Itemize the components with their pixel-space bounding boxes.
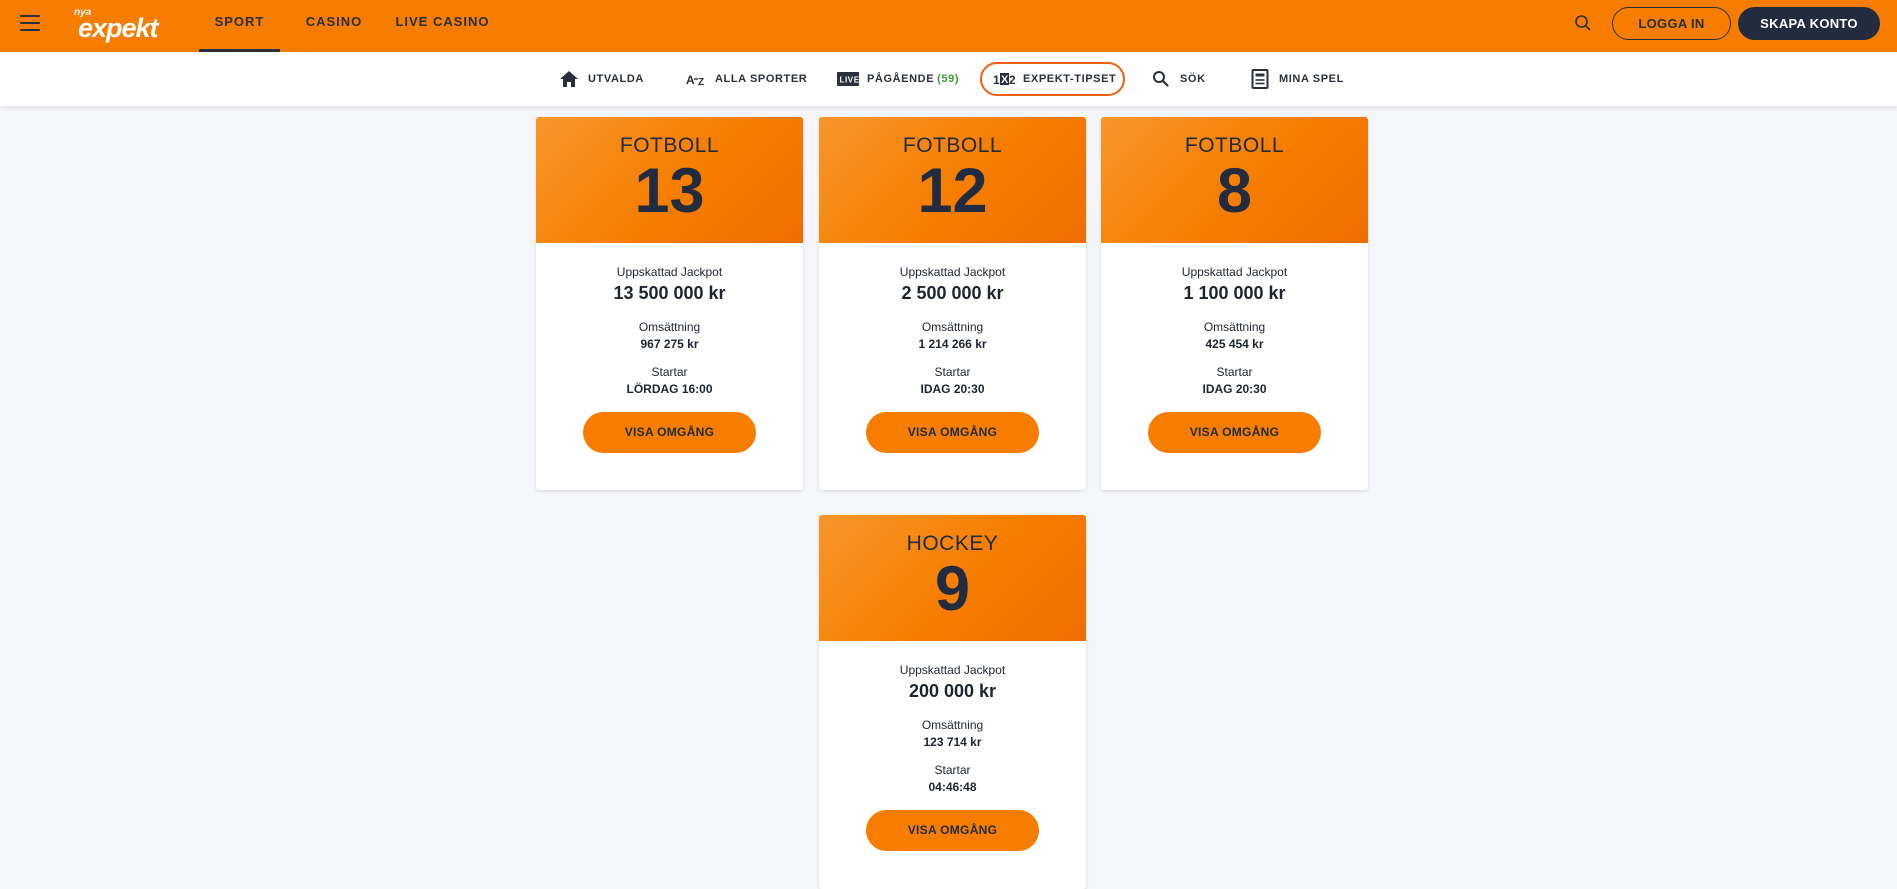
turnover-value: 425 454 kr xyxy=(1205,337,1264,351)
start-value: 04:46:48 xyxy=(928,780,977,794)
svg-text:LIVE: LIVE xyxy=(840,76,860,85)
login-button[interactable]: LOGGA IN xyxy=(1612,7,1731,40)
visa-omgang-button[interactable]: VISA OMGÅNG xyxy=(866,412,1039,453)
jackpot-label: Uppskattad Jackpot xyxy=(1181,265,1288,279)
top-bar: nya expekt SPORT CASINO LIVE CASINO LOGG… xyxy=(0,0,1897,52)
card-number: 13 xyxy=(634,156,705,226)
visa-omgang-button[interactable]: VISA OMGÅNG xyxy=(866,810,1039,851)
svg-text:1: 1 xyxy=(993,73,1000,87)
card-header: FOTBOLL 8 xyxy=(1101,117,1368,243)
subnav-mina-spel-label: MINA SPEL xyxy=(1279,73,1344,85)
turnover-label: Omsättning xyxy=(921,320,984,334)
start-value: IDAG 20:30 xyxy=(920,382,985,396)
pool-card-hockey-9: HOCKEY 9 Uppskattad Jackpot 200 000 kr O… xyxy=(819,515,1086,889)
turnover-value: 967 275 kr xyxy=(640,337,699,351)
search-icon xyxy=(1150,69,1172,89)
jackpot-label: Uppskattad Jackpot xyxy=(899,265,1006,279)
turnover-value: 1 214 266 kr xyxy=(918,337,987,351)
jackpot-label: Uppskattad Jackpot xyxy=(616,265,723,279)
subnav-pagaende[interactable]: LIVE PÅGÅENDE (59) xyxy=(837,62,959,96)
subnav-expekt-tipset[interactable]: 1X2 EXPEKT-TIPSET xyxy=(980,62,1125,96)
subnav-expekt-tipset-label: EXPEKT-TIPSET xyxy=(1023,73,1117,85)
pool-card-fotboll-13: FOTBOLL 13 Uppskattad Jackpot 13 500 000… xyxy=(536,117,803,490)
jackpot-value: 13 500 000 kr xyxy=(613,283,726,303)
card-header: FOTBOLL 12 xyxy=(819,117,1086,243)
tab-live-casino[interactable]: LIVE CASINO xyxy=(390,0,495,52)
subnav-alla-sporter[interactable]: AZ ALLA SPORTER xyxy=(685,62,807,96)
card-number: 9 xyxy=(934,554,971,624)
home-icon xyxy=(558,69,580,89)
jackpot-value: 200 000 kr xyxy=(908,681,997,701)
search-icon[interactable] xyxy=(1573,13,1593,33)
svg-text:A: A xyxy=(686,73,695,87)
tab-casino[interactable]: CASINO xyxy=(300,0,368,52)
visa-omgang-button[interactable]: VISA OMGÅNG xyxy=(583,412,756,453)
card-header: FOTBOLL 13 xyxy=(536,117,803,243)
subnav-pagaende-label: PÅGÅENDE xyxy=(867,73,935,85)
svg-text:X: X xyxy=(1001,74,1009,86)
turnover-value: 123 714 kr xyxy=(923,735,982,749)
subnav-utvalda-label: UTVALDA xyxy=(588,73,644,85)
start-label: Startar xyxy=(934,365,971,379)
subnav-sok[interactable]: SÖK xyxy=(1150,62,1206,96)
start-value: LÖRDAG 16:00 xyxy=(626,382,713,396)
pool-card-fotboll-8: FOTBOLL 8 Uppskattad Jackpot 1 100 000 k… xyxy=(1101,117,1368,490)
logo-name: expekt xyxy=(78,13,159,43)
visa-omgang-button[interactable]: VISA OMGÅNG xyxy=(1148,412,1321,453)
betslip-icon xyxy=(1249,69,1271,89)
az-icon: AZ xyxy=(685,69,707,89)
start-label: Startar xyxy=(934,763,971,777)
card-number: 8 xyxy=(1216,156,1253,226)
turnover-label: Omsättning xyxy=(921,718,984,732)
1x2-icon: 1X2 xyxy=(993,69,1015,89)
subnav-alla-sporter-label: ALLA SPORTER xyxy=(715,73,808,85)
tab-sport[interactable]: SPORT xyxy=(199,0,280,52)
turnover-label: Omsättning xyxy=(1203,320,1266,334)
card-header: HOCKEY 9 xyxy=(819,515,1086,641)
create-account-button[interactable]: SKAPA KONTO xyxy=(1738,7,1880,40)
expekt-logo[interactable]: nya expekt xyxy=(72,4,182,44)
card-number: 12 xyxy=(917,156,988,226)
start-value: IDAG 20:30 xyxy=(1202,382,1267,396)
turnover-label: Omsättning xyxy=(638,320,701,334)
live-count-badge: (59) xyxy=(937,73,960,85)
sub-navigation: UTVALDA AZ ALLA SPORTER LIVE PÅGÅENDE (5… xyxy=(0,52,1897,106)
svg-text:2: 2 xyxy=(1009,73,1015,87)
jackpot-label: Uppskattad Jackpot xyxy=(899,663,1006,677)
svg-text:Z: Z xyxy=(698,77,705,87)
subnav-sok-label: SÖK xyxy=(1180,73,1206,85)
menu-icon[interactable] xyxy=(20,15,40,31)
start-label: Startar xyxy=(1216,365,1253,379)
jackpot-value: 2 500 000 kr xyxy=(901,283,1004,303)
pool-card-fotboll-12: FOTBOLL 12 Uppskattad Jackpot 2 500 000 … xyxy=(819,117,1086,490)
live-icon: LIVE xyxy=(837,69,859,89)
jackpot-value: 1 100 000 kr xyxy=(1183,283,1286,303)
start-label: Startar xyxy=(651,365,688,379)
subnav-mina-spel[interactable]: MINA SPEL xyxy=(1249,62,1344,96)
subnav-utvalda[interactable]: UTVALDA xyxy=(558,62,644,96)
